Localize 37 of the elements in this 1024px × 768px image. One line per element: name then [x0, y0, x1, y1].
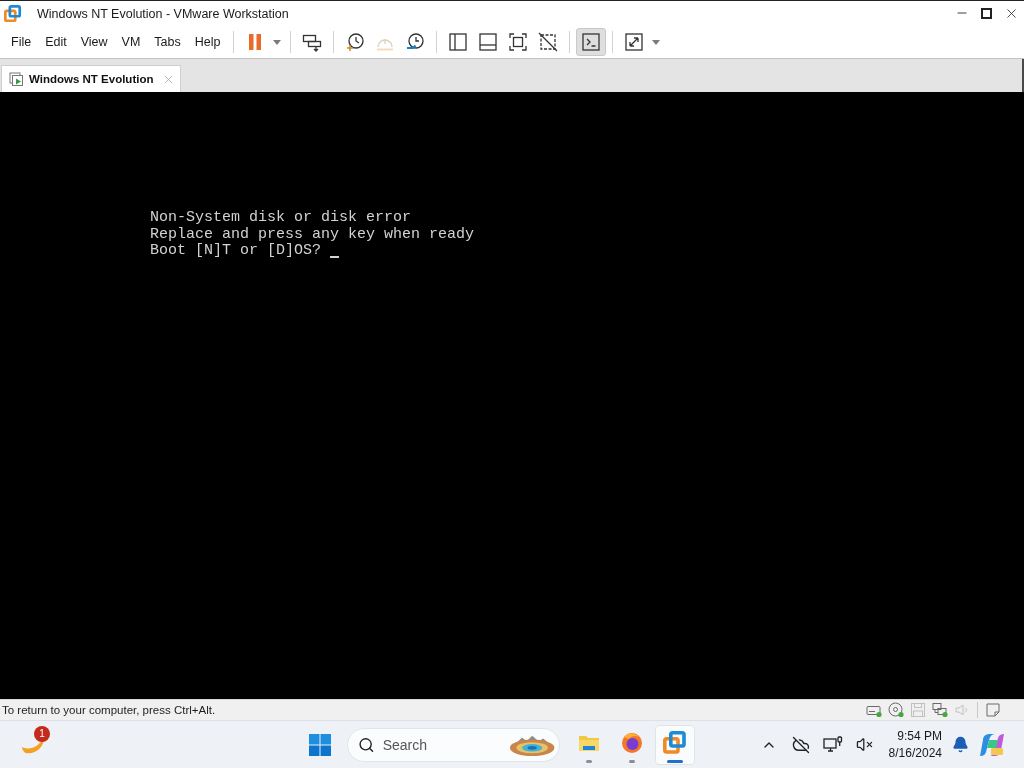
note-icon[interactable] [985, 702, 1001, 718]
volume-muted-icon [856, 736, 874, 753]
clock-date: 8/16/2024 [888, 744, 942, 762]
search-icon [358, 735, 375, 754]
window-play-icon [9, 71, 24, 87]
menu-item[interactable]: Edit [38, 30, 74, 54]
bell-icon [951, 736, 969, 753]
network-icon[interactable] [932, 702, 948, 718]
status-message: To return to your computer, press Ctrl+Alt. [1, 704, 216, 716]
notification-badge: 1 [34, 725, 50, 742]
search-input[interactable]: Search [382, 736, 501, 753]
menu-item[interactable]: Help [187, 30, 228, 54]
console-text-line: Non-System disk or disk error [150, 210, 412, 227]
console-text-line: Replace and press any key when ready [150, 226, 475, 243]
search-bar[interactable]: Search [347, 727, 560, 762]
menu-item[interactable]: Tabs [147, 30, 188, 54]
app-logo-icon [4, 4, 22, 23]
menu-item[interactable]: VM [114, 30, 148, 54]
clock-time: 9:54 PM [897, 727, 942, 745]
cloud-off-icon [791, 735, 810, 754]
overlapping-squares-icon [663, 730, 687, 755]
console-text-line: Boot [N]T or [D]OS? [150, 243, 322, 260]
taskbar-app-button[interactable] [655, 724, 695, 765]
disc-icon[interactable] [888, 702, 904, 718]
restore-icon [981, 7, 992, 19]
caret-icon [273, 39, 282, 45]
widgets-button[interactable]: 1 [13, 724, 53, 765]
monitor-plug-icon [822, 735, 843, 754]
windows-logo-icon [309, 733, 331, 756]
caret-icon [652, 39, 661, 45]
colorful-logo-icon [979, 731, 1005, 758]
browser-icon [620, 730, 644, 755]
console-view-button[interactable] [576, 28, 607, 56]
window-title: Windows NT Evolution - VMware Workstation [37, 6, 289, 21]
menu-item[interactable]: View [73, 30, 115, 54]
menu-item[interactable]: File [4, 30, 39, 54]
vm-tab[interactable]: Windows NT Evolution [1, 65, 182, 92]
